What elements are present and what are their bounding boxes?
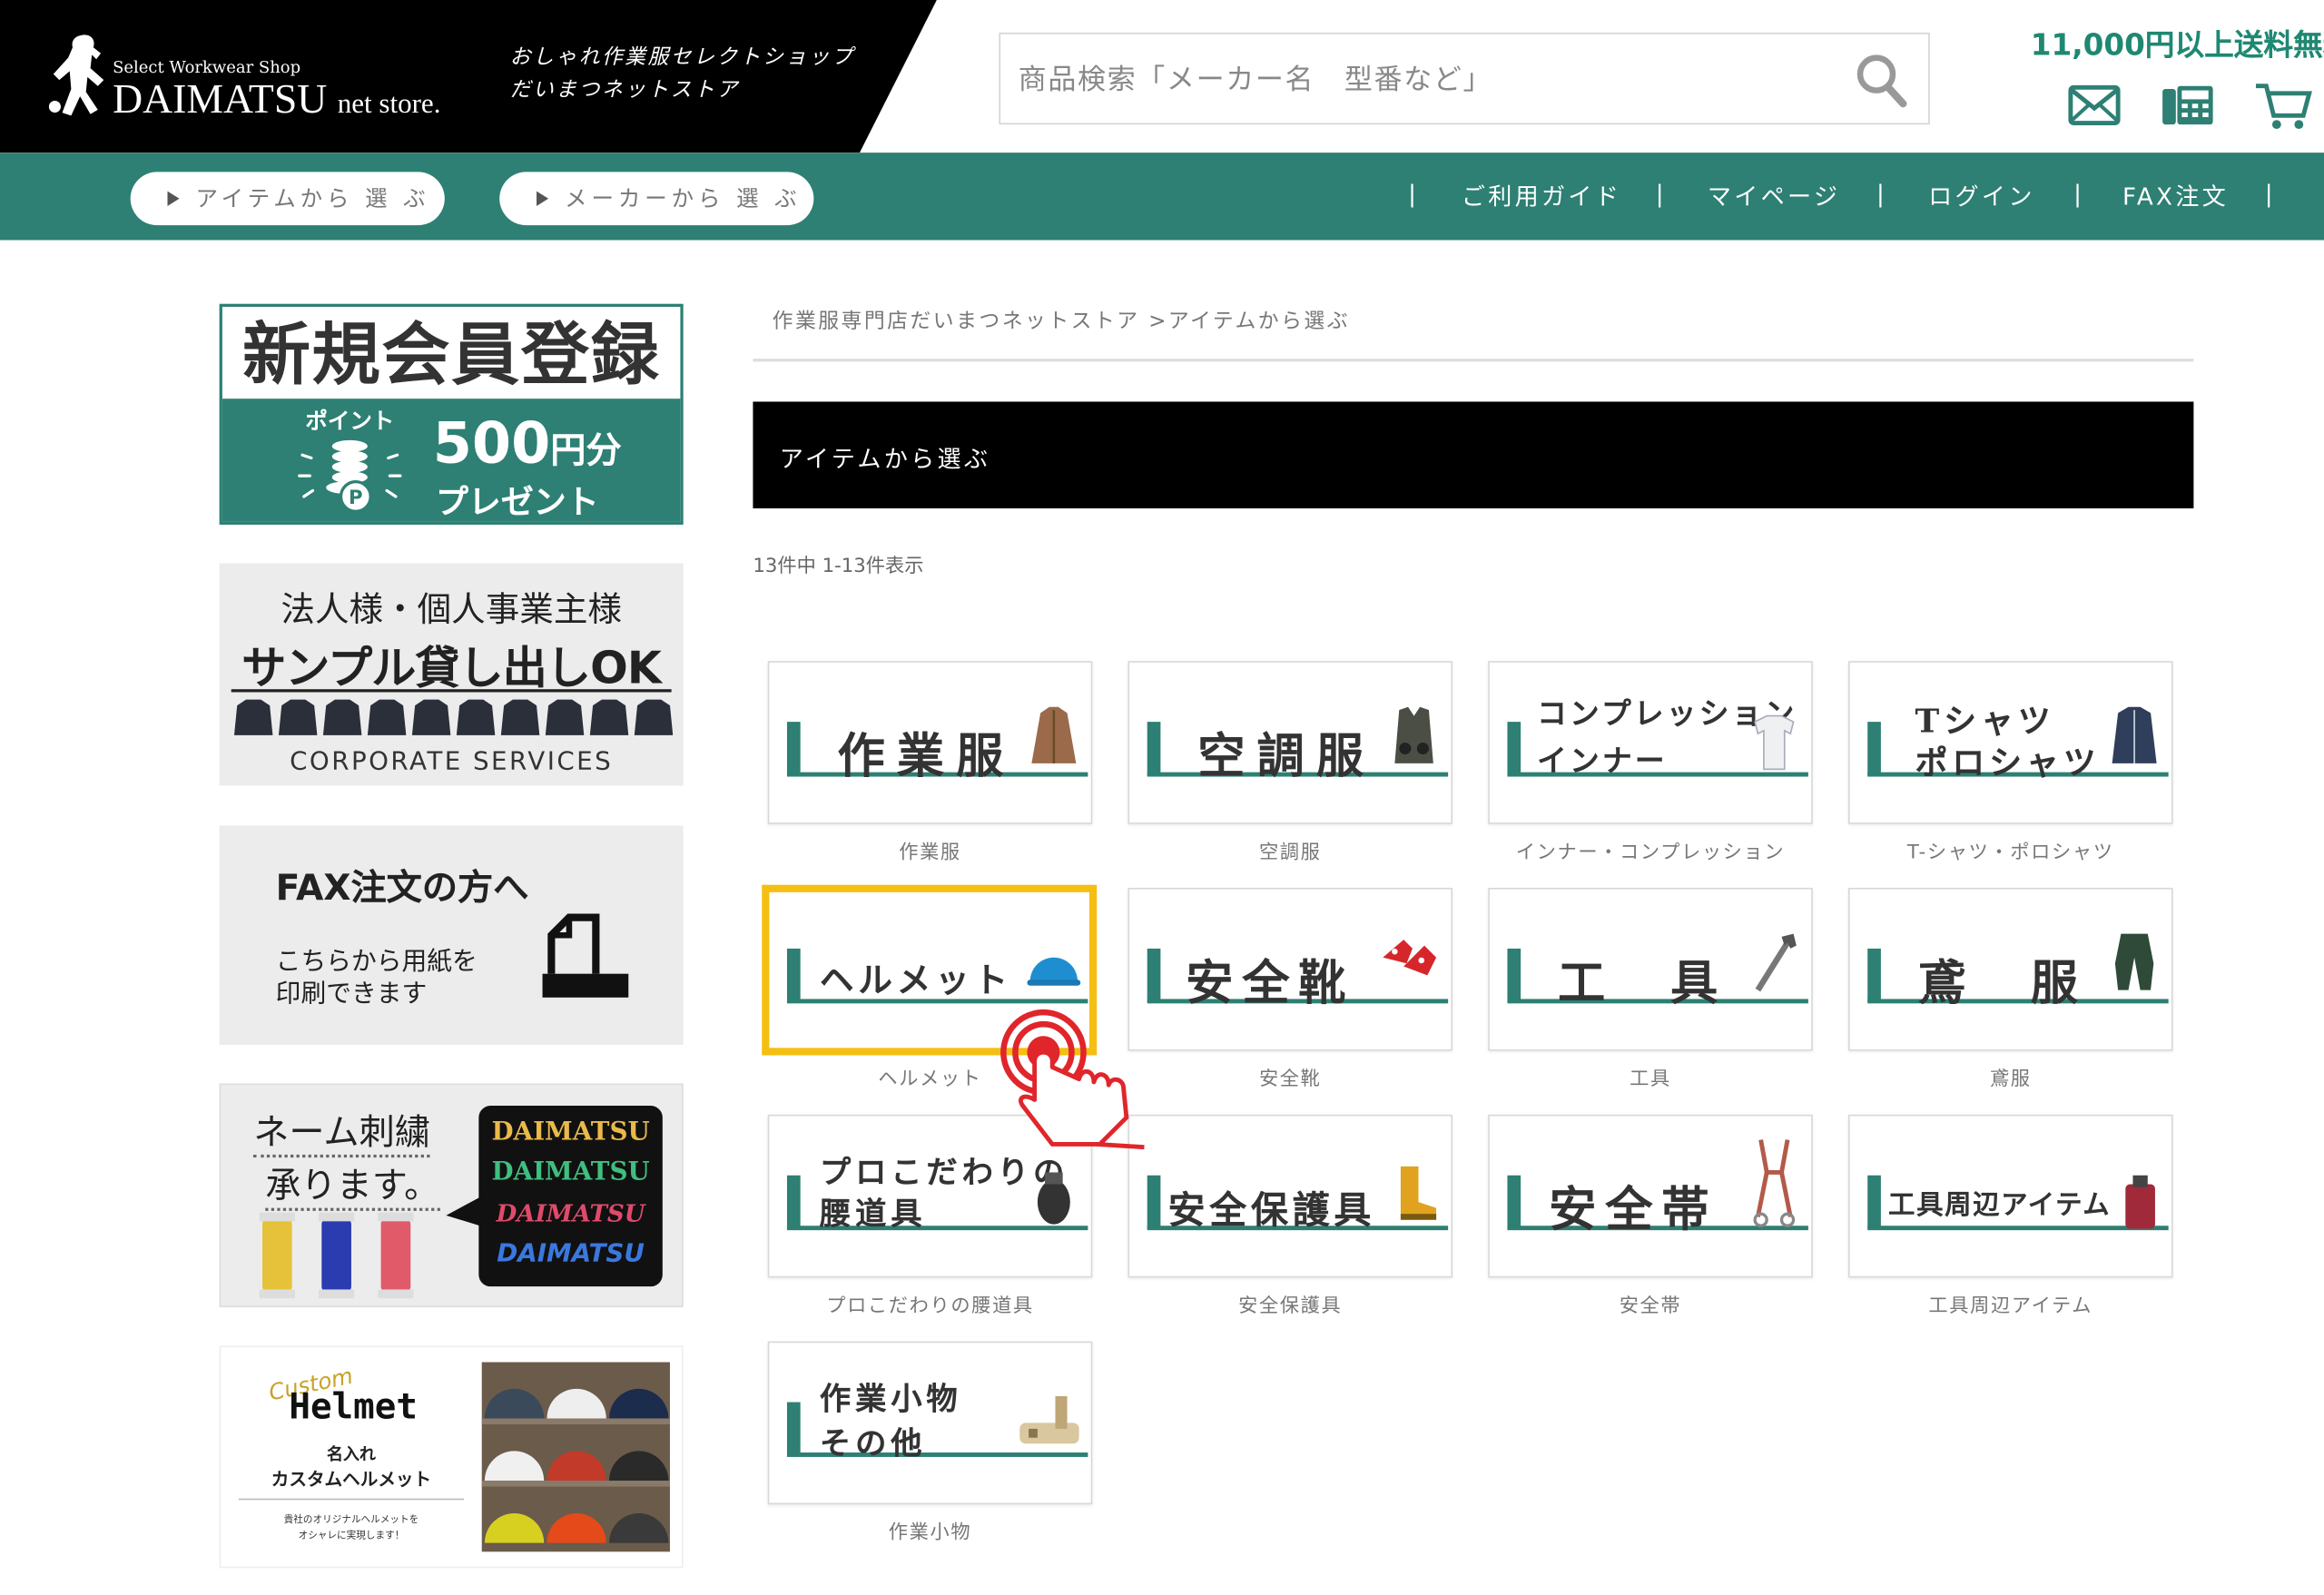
nav-divider: | bbox=[1655, 179, 1664, 208]
header-tagline: おしゃれ作業服セレクトショップ だいまつネットストア bbox=[509, 45, 855, 103]
thread-spools-icon bbox=[259, 1212, 414, 1299]
harness-icon bbox=[1753, 1139, 1796, 1227]
shoe-icon bbox=[1383, 940, 1437, 976]
shirt-icon bbox=[2112, 706, 2157, 763]
jacket-icon bbox=[1031, 706, 1077, 763]
fax-machine-icon bbox=[542, 913, 629, 998]
registration-points-area: P ポイント 500円分 プレゼント bbox=[222, 399, 681, 522]
fax-order-banner[interactable]: FAX注文の方へ こちらから用紙を 印刷できます bbox=[219, 825, 684, 1046]
category-banner-text: 工具周辺アイテム bbox=[1888, 1190, 2112, 1222]
category-caption[interactable]: 作業小物 bbox=[768, 1516, 1093, 1544]
free-shipping-notice: 11,000円以上送料無料 bbox=[2030, 26, 2324, 63]
search-box bbox=[999, 32, 1930, 125]
category-banner-text: インナー bbox=[1537, 742, 1668, 779]
embroidery-samples: DAIMATSU DAIMATSU DAIMATSU DAIMATSU bbox=[478, 1105, 663, 1287]
speech-tail-icon bbox=[446, 1194, 485, 1227]
browse-by-maker-button[interactable]: メーカーから 選 ぶ bbox=[499, 172, 814, 226]
category-banner-text: 安全保護具 bbox=[1167, 1188, 1376, 1232]
helmet-collage-image bbox=[481, 1362, 670, 1552]
category-banner-text: 作業小物 bbox=[819, 1380, 962, 1417]
wrench-icon bbox=[1755, 933, 1797, 992]
logo-subtitle: Select Workwear Shop bbox=[113, 57, 301, 77]
page-title-bar: アイテムから選ぶ bbox=[753, 401, 2194, 509]
nav-divider: | bbox=[2264, 179, 2273, 208]
logo-title: DAIMATSU net store. bbox=[113, 76, 441, 123]
search-icon[interactable] bbox=[1855, 52, 1908, 108]
jackets-row-icon bbox=[233, 699, 674, 735]
name-embroidery-banner[interactable]: ネーム刺繍 承ります。 DAIMATSU DAIMATSU DAIMATSU D… bbox=[219, 1083, 684, 1308]
category-caption[interactable]: インナー・コンプレッション bbox=[1488, 836, 1813, 863]
site-logo[interactable]: Select Workwear Shop DAIMATSU net store. bbox=[47, 26, 477, 130]
custom-helmet-banner[interactable]: Custom Helmet 名入れ カスタムヘルメット 貴社のオリジナルヘルメッ… bbox=[219, 1345, 684, 1569]
category-caption[interactable]: プロこだわりの腰道具 bbox=[768, 1289, 1093, 1317]
member-registration-banner[interactable]: 新規会員登録 P ポイント 500円分 プレゼント bbox=[219, 303, 684, 525]
category-caption[interactable]: 安全靴 bbox=[1128, 1063, 1452, 1090]
fax-icon[interactable] bbox=[2160, 80, 2219, 131]
nav-link-fax-order[interactable]: FAX注文 bbox=[2122, 176, 2229, 212]
corporate-sample-banner[interactable]: 法人様・個人事業主様 サンプル貸し出しOK CORPORATE SERVICES bbox=[219, 563, 684, 786]
page-title: アイテムから選ぶ bbox=[779, 444, 991, 473]
result-count: 13件中 1-13件表示 bbox=[753, 556, 924, 578]
pants-icon bbox=[2114, 933, 2154, 990]
search-input[interactable] bbox=[1015, 52, 1822, 109]
category-card-compression-inner[interactable]: コンプレッション インナー bbox=[1488, 661, 1813, 824]
nav-divider: | bbox=[2073, 179, 2082, 208]
category-banner-text: その他 bbox=[819, 1424, 927, 1462]
category-banner-text: 鳶 服 bbox=[1917, 954, 2087, 1011]
pouch-icon bbox=[1037, 1172, 1070, 1225]
category-banner-text: 安全帯 bbox=[1549, 1181, 1718, 1238]
tap-pointer-icon bbox=[1000, 1009, 1145, 1150]
breadcrumb-divider bbox=[753, 359, 2194, 362]
category-card-tool-accessories[interactable]: 工具周辺アイテム bbox=[1847, 1114, 2173, 1278]
category-caption[interactable]: 安全保護具 bbox=[1128, 1289, 1452, 1317]
vest-icon bbox=[1394, 706, 1433, 763]
nav-divider: | bbox=[1408, 179, 1416, 208]
category-banner-text: ポロシャツ bbox=[1915, 743, 2101, 783]
category-caption[interactable]: 安全帯 bbox=[1488, 1289, 1813, 1317]
breadcrumb[interactable]: 作業服専門店だいまつネットストア >アイテムから選ぶ bbox=[773, 305, 1350, 335]
category-banner-text: 作業服 bbox=[837, 727, 1016, 784]
nav-link-login[interactable]: ログイン bbox=[1928, 176, 2035, 212]
category-caption[interactable]: 工具 bbox=[1488, 1063, 1813, 1090]
cart-icon[interactable] bbox=[2253, 80, 2312, 131]
boot-icon bbox=[1400, 1166, 1437, 1220]
worker-logo-icon bbox=[48, 34, 104, 116]
svg-text:P: P bbox=[349, 487, 363, 509]
nav-bar: アイテムから 選 ぶ メーカーから 選 ぶ | ご利用ガイド | マイページ |… bbox=[0, 153, 2324, 241]
category-banner-text: 安全靴 bbox=[1186, 954, 1355, 1011]
category-banner-text: Tシャツ bbox=[1915, 702, 2055, 742]
mail-icon[interactable] bbox=[2066, 80, 2125, 131]
category-caption[interactable]: 作業服 bbox=[768, 836, 1093, 863]
nav-divider: | bbox=[1876, 179, 1885, 208]
play-triangle-icon bbox=[167, 191, 180, 206]
category-card-workwear[interactable]: 作業服 bbox=[767, 661, 1093, 824]
category-card-small-items[interactable]: 作業小物 その他 bbox=[767, 1341, 1093, 1505]
belt-icon bbox=[1019, 1396, 1079, 1444]
category-card-tools[interactable]: 工 具 bbox=[1488, 887, 1813, 1051]
nav-link-mypage[interactable]: マイページ bbox=[1708, 176, 1840, 212]
category-caption[interactable]: 工具周辺アイテム bbox=[1848, 1289, 2173, 1317]
tshirt-icon bbox=[1754, 714, 1795, 771]
category-card-tobi-wear[interactable]: 鳶 服 bbox=[1847, 887, 2173, 1051]
category-card-safety-shoes[interactable]: 安全靴 bbox=[1128, 887, 1453, 1051]
registration-title: 新規会員登録 bbox=[241, 314, 661, 395]
bag-icon bbox=[2125, 1175, 2155, 1229]
category-caption[interactable]: T-シャツ・ポロシャツ bbox=[1848, 836, 2173, 863]
browse-by-item-button[interactable]: アイテムから 選 ぶ bbox=[130, 172, 445, 226]
category-card-safety-protection[interactable]: 安全保護具 bbox=[1128, 1114, 1453, 1278]
category-caption[interactable]: 鳶服 bbox=[1848, 1063, 2173, 1090]
category-caption[interactable]: 空調服 bbox=[1128, 836, 1452, 863]
play-triangle-icon bbox=[537, 191, 549, 206]
category-card-safety-harness[interactable]: 安全帯 bbox=[1488, 1114, 1813, 1278]
points-amount: 500円分 bbox=[432, 410, 622, 477]
category-banner-text: 腰道具 bbox=[819, 1194, 927, 1232]
category-banner-text: 工 具 bbox=[1557, 954, 1728, 1011]
category-card-cooling-wear[interactable]: 空調服 bbox=[1128, 661, 1453, 824]
category-card-tshirt-polo[interactable]: Tシャツ ポロシャツ bbox=[1847, 661, 2173, 824]
category-banner-text: 空調服 bbox=[1197, 727, 1376, 784]
nav-link-guide[interactable]: ご利用ガイド bbox=[1462, 176, 1621, 212]
